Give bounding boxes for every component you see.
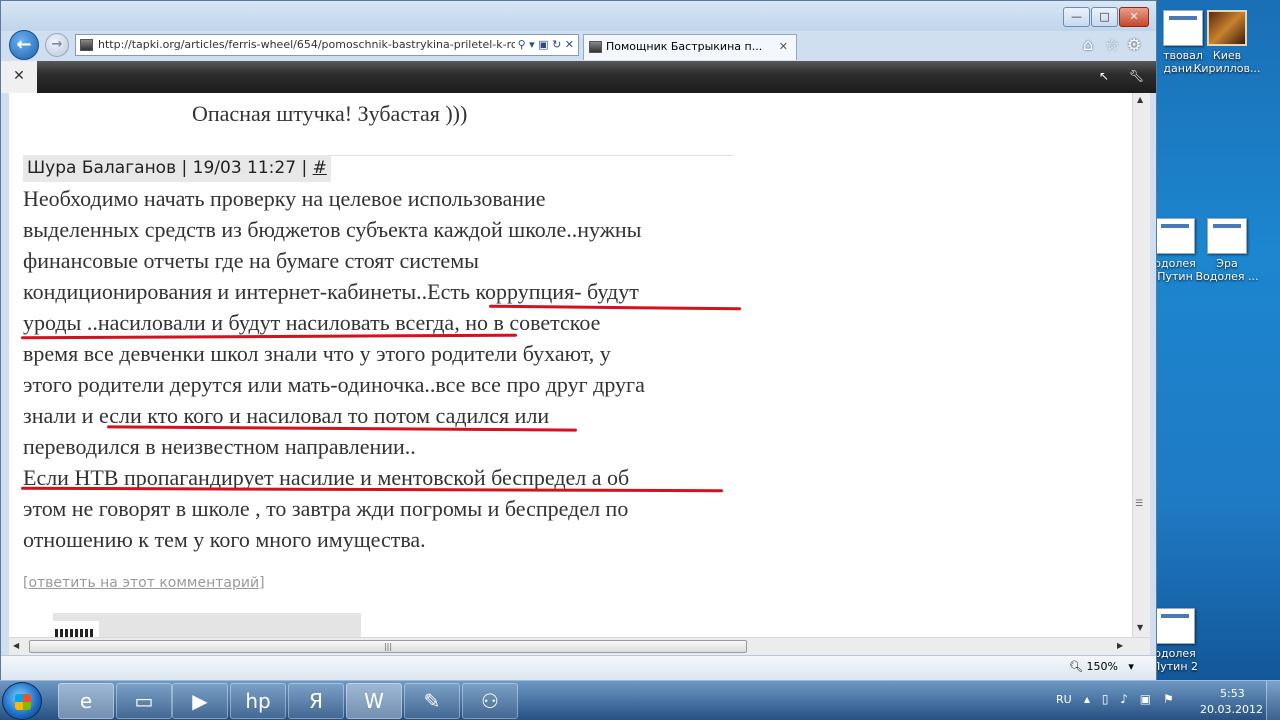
comment-line: финансовые отчеты где на бумаге стоят си… [23,248,479,273]
refresh-icon[interactable]: ↻ [552,38,561,51]
browser-window: — □ ✕ ← → http://tapki.org/articles/ferr… [0,0,1157,680]
reply-link[interactable]: [ответить на этот комментарий] [23,575,265,591]
status-bar: 🔍︎ 150% ▾ [1,655,1156,680]
document-icon [1207,218,1247,254]
page-toolbar: ✕ ↖ 🔧︎ [1,61,1156,93]
ie-icon[interactable]: e [58,683,114,719]
taskbar: e ▭ ▶ hp Я W ✎ ⚇ RU ▴ ▯ ♪ ▣ ⚑ 5:53 20.03… [0,680,1280,720]
next-comment-avatar [53,621,99,637]
favorites-star-icon[interactable]: ☆ [1105,35,1119,54]
comment-line: отношению к тем у кого много имущества. [23,527,426,552]
scroll-left-icon[interactable]: ◀ [13,641,19,650]
language-indicator[interactable]: RU [1056,693,1072,706]
back-button[interactable]: ← [9,30,39,60]
system-tray: RU ▴ ▯ ♪ ▣ ⚑ 5:53 20.03.2012 [1050,681,1263,720]
zoom-icon: 🔍︎ [1069,660,1083,673]
comment-body: Необходимо начать проверку на целевое ис… [23,183,743,555]
tools-gear-icon[interactable]: ⚙ [1127,35,1141,54]
comment-line: Необходимо начать проверку на целевое ис… [23,186,546,211]
close-window-button[interactable]: ✕ [1119,7,1149,27]
comment-line: время все девченки школ знали что у этог… [23,341,611,366]
stop-icon[interactable]: ✕ [565,38,574,51]
address-tools[interactable]: ⚲ ▾ ▣ ↻ ✕ [514,35,574,55]
site-favicon-icon [80,39,93,51]
desktop-icon-label: Эра Водолея ... [1195,257,1259,283]
tab-favicon-icon [589,41,602,53]
explorer-icon[interactable]: ▭ [116,683,172,719]
tray-icons[interactable]: ▴ ▯ ♪ ▣ ⚑ [1084,692,1178,706]
horizontal-scroll-thumb[interactable]: ||| [29,640,747,653]
maximize-button[interactable]: □ [1091,7,1118,27]
dropdown-icon[interactable]: ▾ [529,38,535,51]
zoom-dropdown-icon[interactable]: ▾ [1121,660,1134,673]
show-desktop-button[interactable] [1266,681,1280,720]
media-player-icon[interactable]: ▶ [172,683,228,719]
title-bar: — □ ✕ [1,1,1156,31]
vertical-scrollbar[interactable]: ▲ ☰ ▼ [1132,93,1150,637]
comment-line: этого родители дерутся или мать-одиночка… [23,372,645,397]
network-icon[interactable]: ⚇ [462,683,518,719]
scroll-up-icon[interactable]: ▲ [1137,95,1143,104]
comment-line: кондиционирования и интернет-кабинеты..Е… [23,279,639,304]
search-icon[interactable]: ⚲ [518,38,526,51]
flag-icon[interactable]: ⚑ [1163,692,1178,706]
pointer-icon[interactable]: ↖ [1099,69,1109,83]
comment-header: Шура Балаганов | 19/03 11:27 | # [23,155,331,182]
comment-line: уроды ..насиловали и будут насиловать вс… [23,310,601,335]
show-hidden-icons-icon[interactable]: ▴ [1084,692,1094,706]
close-toolbar-icon[interactable]: ✕ [1,61,37,93]
comment-line: выделенных средств из бюджетов субъекта … [23,217,642,242]
document-icon [1155,218,1195,254]
clock-date[interactable]: 20.03.2012 [1200,703,1263,716]
desktop-icon-era-vodoleya[interactable]: Эра Водолея ... [1192,218,1262,283]
compatibility-icon[interactable]: ▣ [538,38,548,51]
comment-line: переводился в неизвестном направлении.. [23,434,416,459]
scroll-down-icon[interactable]: ▼ [1137,623,1143,632]
start-button[interactable] [2,682,42,720]
comment-permalink[interactable]: # [313,158,327,178]
page-content: Опасная штучка! Зубастая ))) Шура Балага… [9,93,1132,637]
forward-button[interactable]: → [45,33,69,57]
photo-icon [1207,10,1247,46]
desktop-icon-label: Киев Кириллов... [1193,49,1261,75]
scroll-right-icon[interactable]: ▶ [1117,641,1123,650]
network-tray-icon[interactable]: ▣ [1140,692,1155,706]
minimize-button[interactable]: — [1063,7,1090,27]
address-bar[interactable]: http://tapki.org/articles/ferris-wheel/6… [75,34,579,56]
tab-close-icon[interactable]: ✕ [779,35,788,59]
document-icon [1155,608,1195,644]
device-icon[interactable]: ▯ [1102,692,1113,706]
previous-comment-text: Опасная штучка! Зубастая ))) [192,101,468,126]
zoom-control[interactable]: 🔍︎ 150% ▾ [1069,660,1134,673]
clock-time[interactable]: 5:53 [1220,687,1245,700]
wrench-icon[interactable]: 🔧︎ [1129,69,1144,83]
volume-icon[interactable]: ♪ [1120,692,1132,706]
navigation-bar: ← → http://tapki.org/articles/ferris-whe… [1,30,1156,61]
horizontal-scrollbar[interactable]: ◀ ||| ▶ [9,637,1150,655]
tab-title: Помощник Бастрыкина п... [606,40,763,53]
home-icon[interactable]: ⌂ [1083,35,1093,54]
url-text: http://tapki.org/articles/ferris-wheel/6… [98,38,532,51]
comment-author: Шура Балаганов [27,158,177,178]
comment-line: этом не говорят в школе , то завтра жди … [23,496,629,521]
word-icon[interactable]: W [346,683,402,719]
hp-icon[interactable]: hp [230,683,286,719]
tab-active[interactable]: Помощник Бастрыкина п... ✕ [583,34,797,60]
header-separator: | [301,158,308,178]
next-comment-header [53,613,361,637]
scrollbar-grip-icon[interactable]: ☰ [1135,499,1143,509]
paint-icon[interactable]: ✎ [404,683,460,719]
yandex-icon[interactable]: Я [288,683,344,719]
desktop-icon-kiev-photo[interactable]: Киев Кириллов... [1192,10,1262,75]
header-separator: | [181,158,188,178]
comment-time: 19/03 11:27 [192,158,297,178]
zoom-level: 150% [1086,660,1118,673]
